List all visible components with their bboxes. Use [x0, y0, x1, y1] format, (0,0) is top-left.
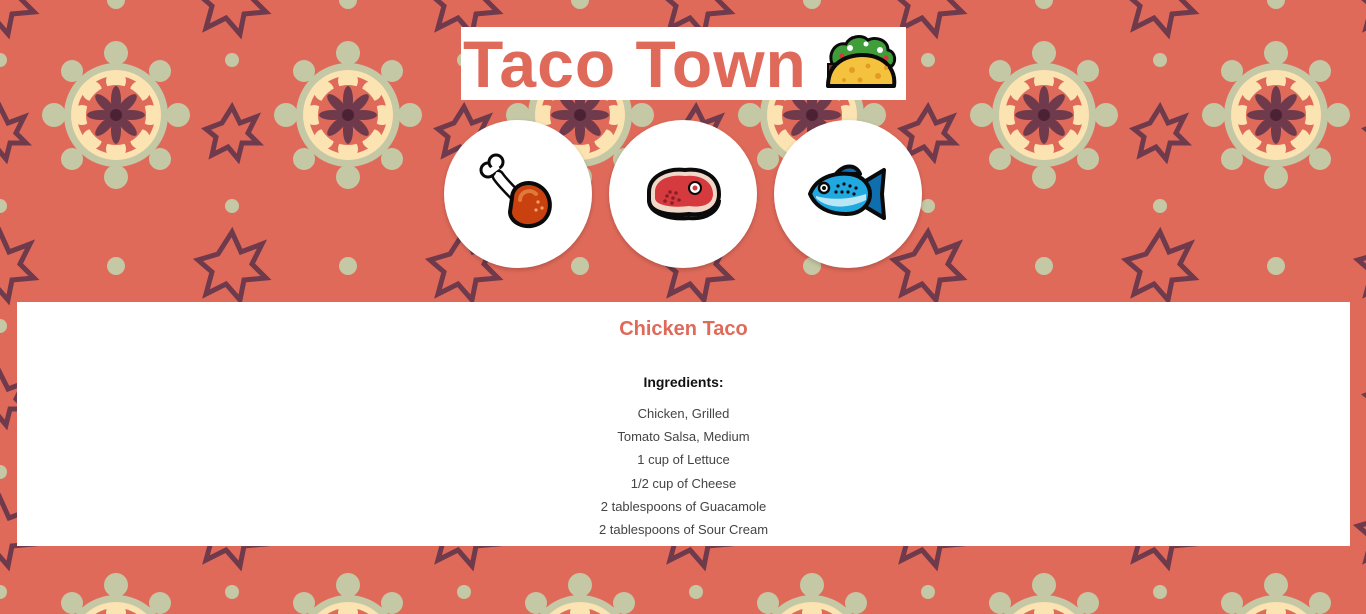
- ingredient-item: 2 tablespoons of Sour Cream: [598, 521, 769, 537]
- fish-button[interactable]: [774, 120, 922, 268]
- ingredient-item: 1/2 cup of Cheese: [630, 475, 737, 491]
- taco-icon: [826, 35, 897, 88]
- recipe-title: Chicken Taco: [619, 318, 748, 340]
- steak-button[interactable]: [609, 120, 757, 268]
- ingredient-item: 1 cup of Lettuce: [637, 452, 730, 468]
- steak-icon: [647, 167, 721, 221]
- chicken-leg-icon: [479, 153, 552, 229]
- site-title-banner: Taco Town: [461, 27, 906, 100]
- ingredients-list: Chicken, Grilled Tomato Salsa, Medium 1 …: [17, 406, 1350, 545]
- ingredient-item: Chicken, Grilled: [637, 406, 730, 421]
- chicken-button[interactable]: [444, 120, 592, 268]
- site-title: Taco Town: [463, 26, 807, 101]
- fish-icon: [808, 164, 886, 220]
- ingredient-item: Tomato Salsa, Medium: [617, 429, 750, 445]
- ingredient-item: 2 tablespoons of Guacamole: [600, 498, 767, 514]
- recipe-panel: Chicken Taco Ingredients: Chicken, Grill…: [17, 302, 1350, 546]
- ingredients-heading: Ingredients:: [643, 374, 724, 390]
